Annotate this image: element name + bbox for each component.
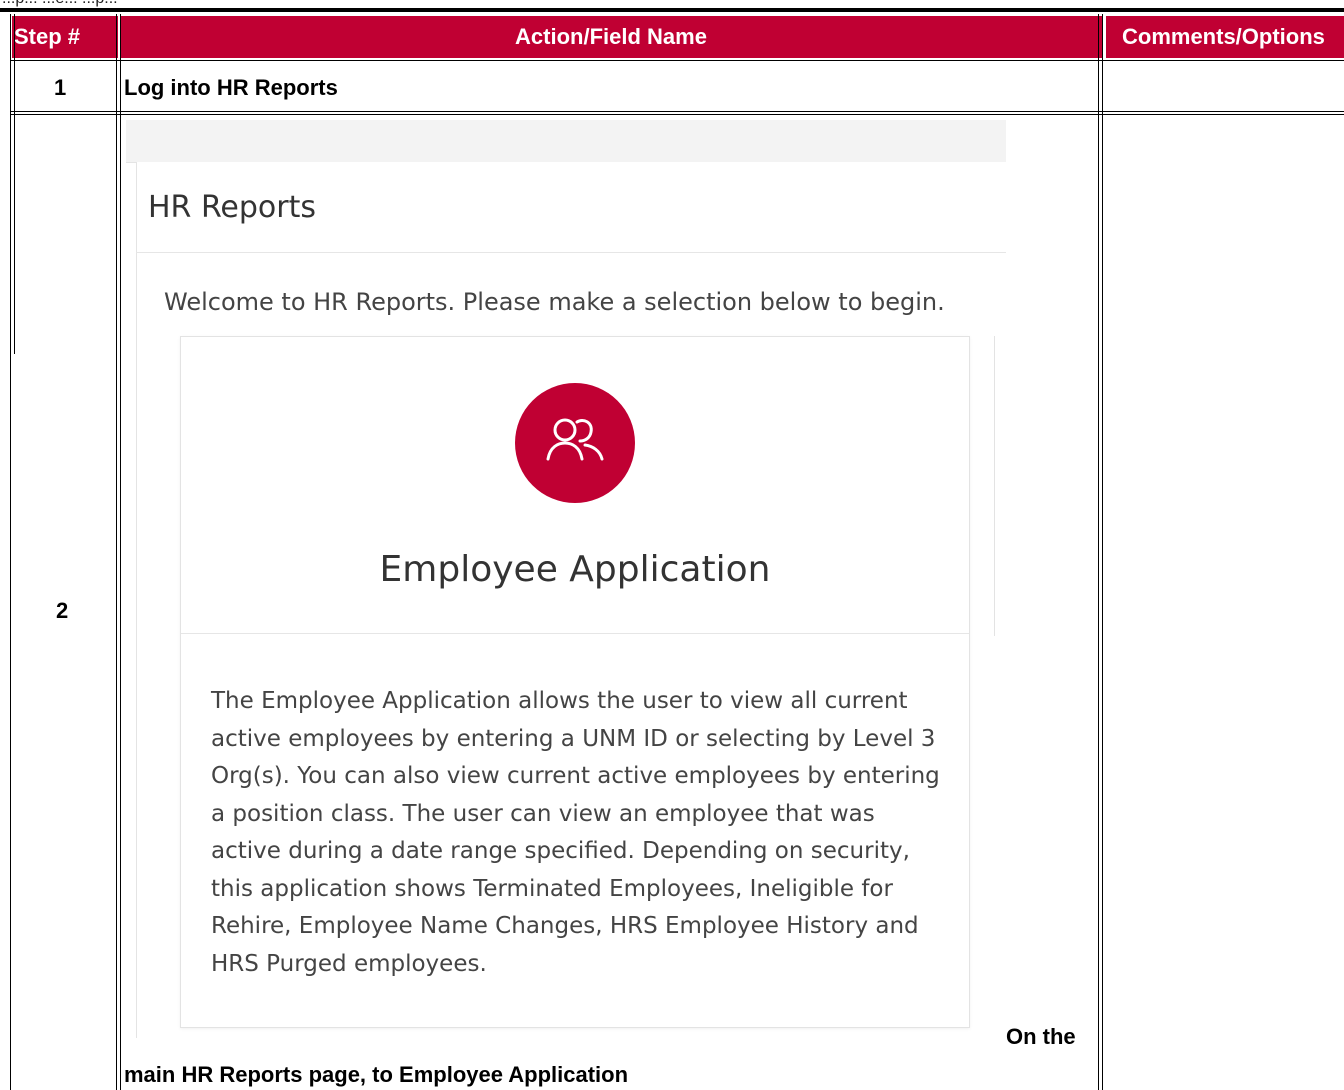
row-divider-0	[10, 60, 1344, 61]
browser-topbar	[126, 120, 1006, 163]
row2-action-line2: main HR Reports page, to Employee Applic…	[124, 1062, 629, 1087]
card-title: Employee Application	[379, 549, 771, 590]
cut-off-heading: ...p... ...e... ...p...	[2, 0, 118, 8]
panel-separator	[136, 252, 1006, 253]
top-rule	[0, 8, 1344, 12]
card-description: The Employee Application allows the user…	[211, 688, 940, 977]
table-border-left-inner	[14, 14, 15, 354]
next-card-edge	[994, 336, 1006, 636]
row-divider-1b	[10, 114, 1344, 115]
table-border-left	[10, 14, 11, 1090]
column-divider-1b	[120, 14, 121, 1090]
row2-step: 2	[56, 598, 69, 623]
top-rule-area: ...p... ...e... ...p...	[0, 0, 1344, 14]
column-divider-2b	[1102, 14, 1103, 1090]
row1-step: 1	[54, 75, 67, 100]
hr-reports-screenshot: HR Reports Welcome to HR Reports. Please…	[126, 120, 1006, 1038]
header-action: Action/Field Name	[120, 16, 1102, 58]
panel-title: HR Reports	[148, 190, 317, 225]
card-separator	[181, 633, 969, 634]
header-comments: Comments/Options	[1106, 16, 1344, 58]
header-step: Step #	[12, 16, 118, 58]
welcome-text: Welcome to HR Reports. Please make a sel…	[164, 288, 945, 316]
column-divider-2	[1098, 14, 1099, 1090]
row1-action: Log into HR Reports	[124, 75, 338, 100]
table-header-row: Step # Action/Field Name Comments/Option…	[12, 16, 1344, 58]
column-divider-1	[116, 14, 117, 1090]
employee-application-card[interactable]: Employee Application The Employee Applic…	[180, 336, 970, 1028]
row-divider-1	[10, 111, 1344, 112]
users-icon	[515, 383, 635, 503]
row2-action-line1: On the	[1006, 1024, 1076, 1049]
